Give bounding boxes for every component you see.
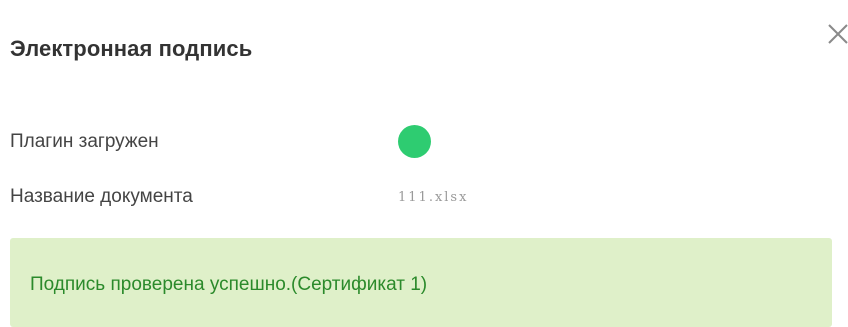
document-name-label: Название документа	[10, 186, 193, 207]
verification-message: Подпись проверена успешно.(Сертификат 1)	[30, 274, 428, 295]
verification-alert: Подпись проверена успешно.(Сертификат 1)	[10, 238, 832, 327]
plugin-status-indicator	[398, 125, 431, 158]
document-name-value: 111.xlsx	[398, 190, 469, 205]
plugin-loaded-label: Плагин загружен	[10, 131, 159, 152]
signature-dialog: Электронная подпись Плагин загружен Назв…	[0, 0, 848, 327]
close-icon[interactable]	[826, 22, 848, 46]
dialog-title: Электронная подпись	[10, 36, 253, 61]
